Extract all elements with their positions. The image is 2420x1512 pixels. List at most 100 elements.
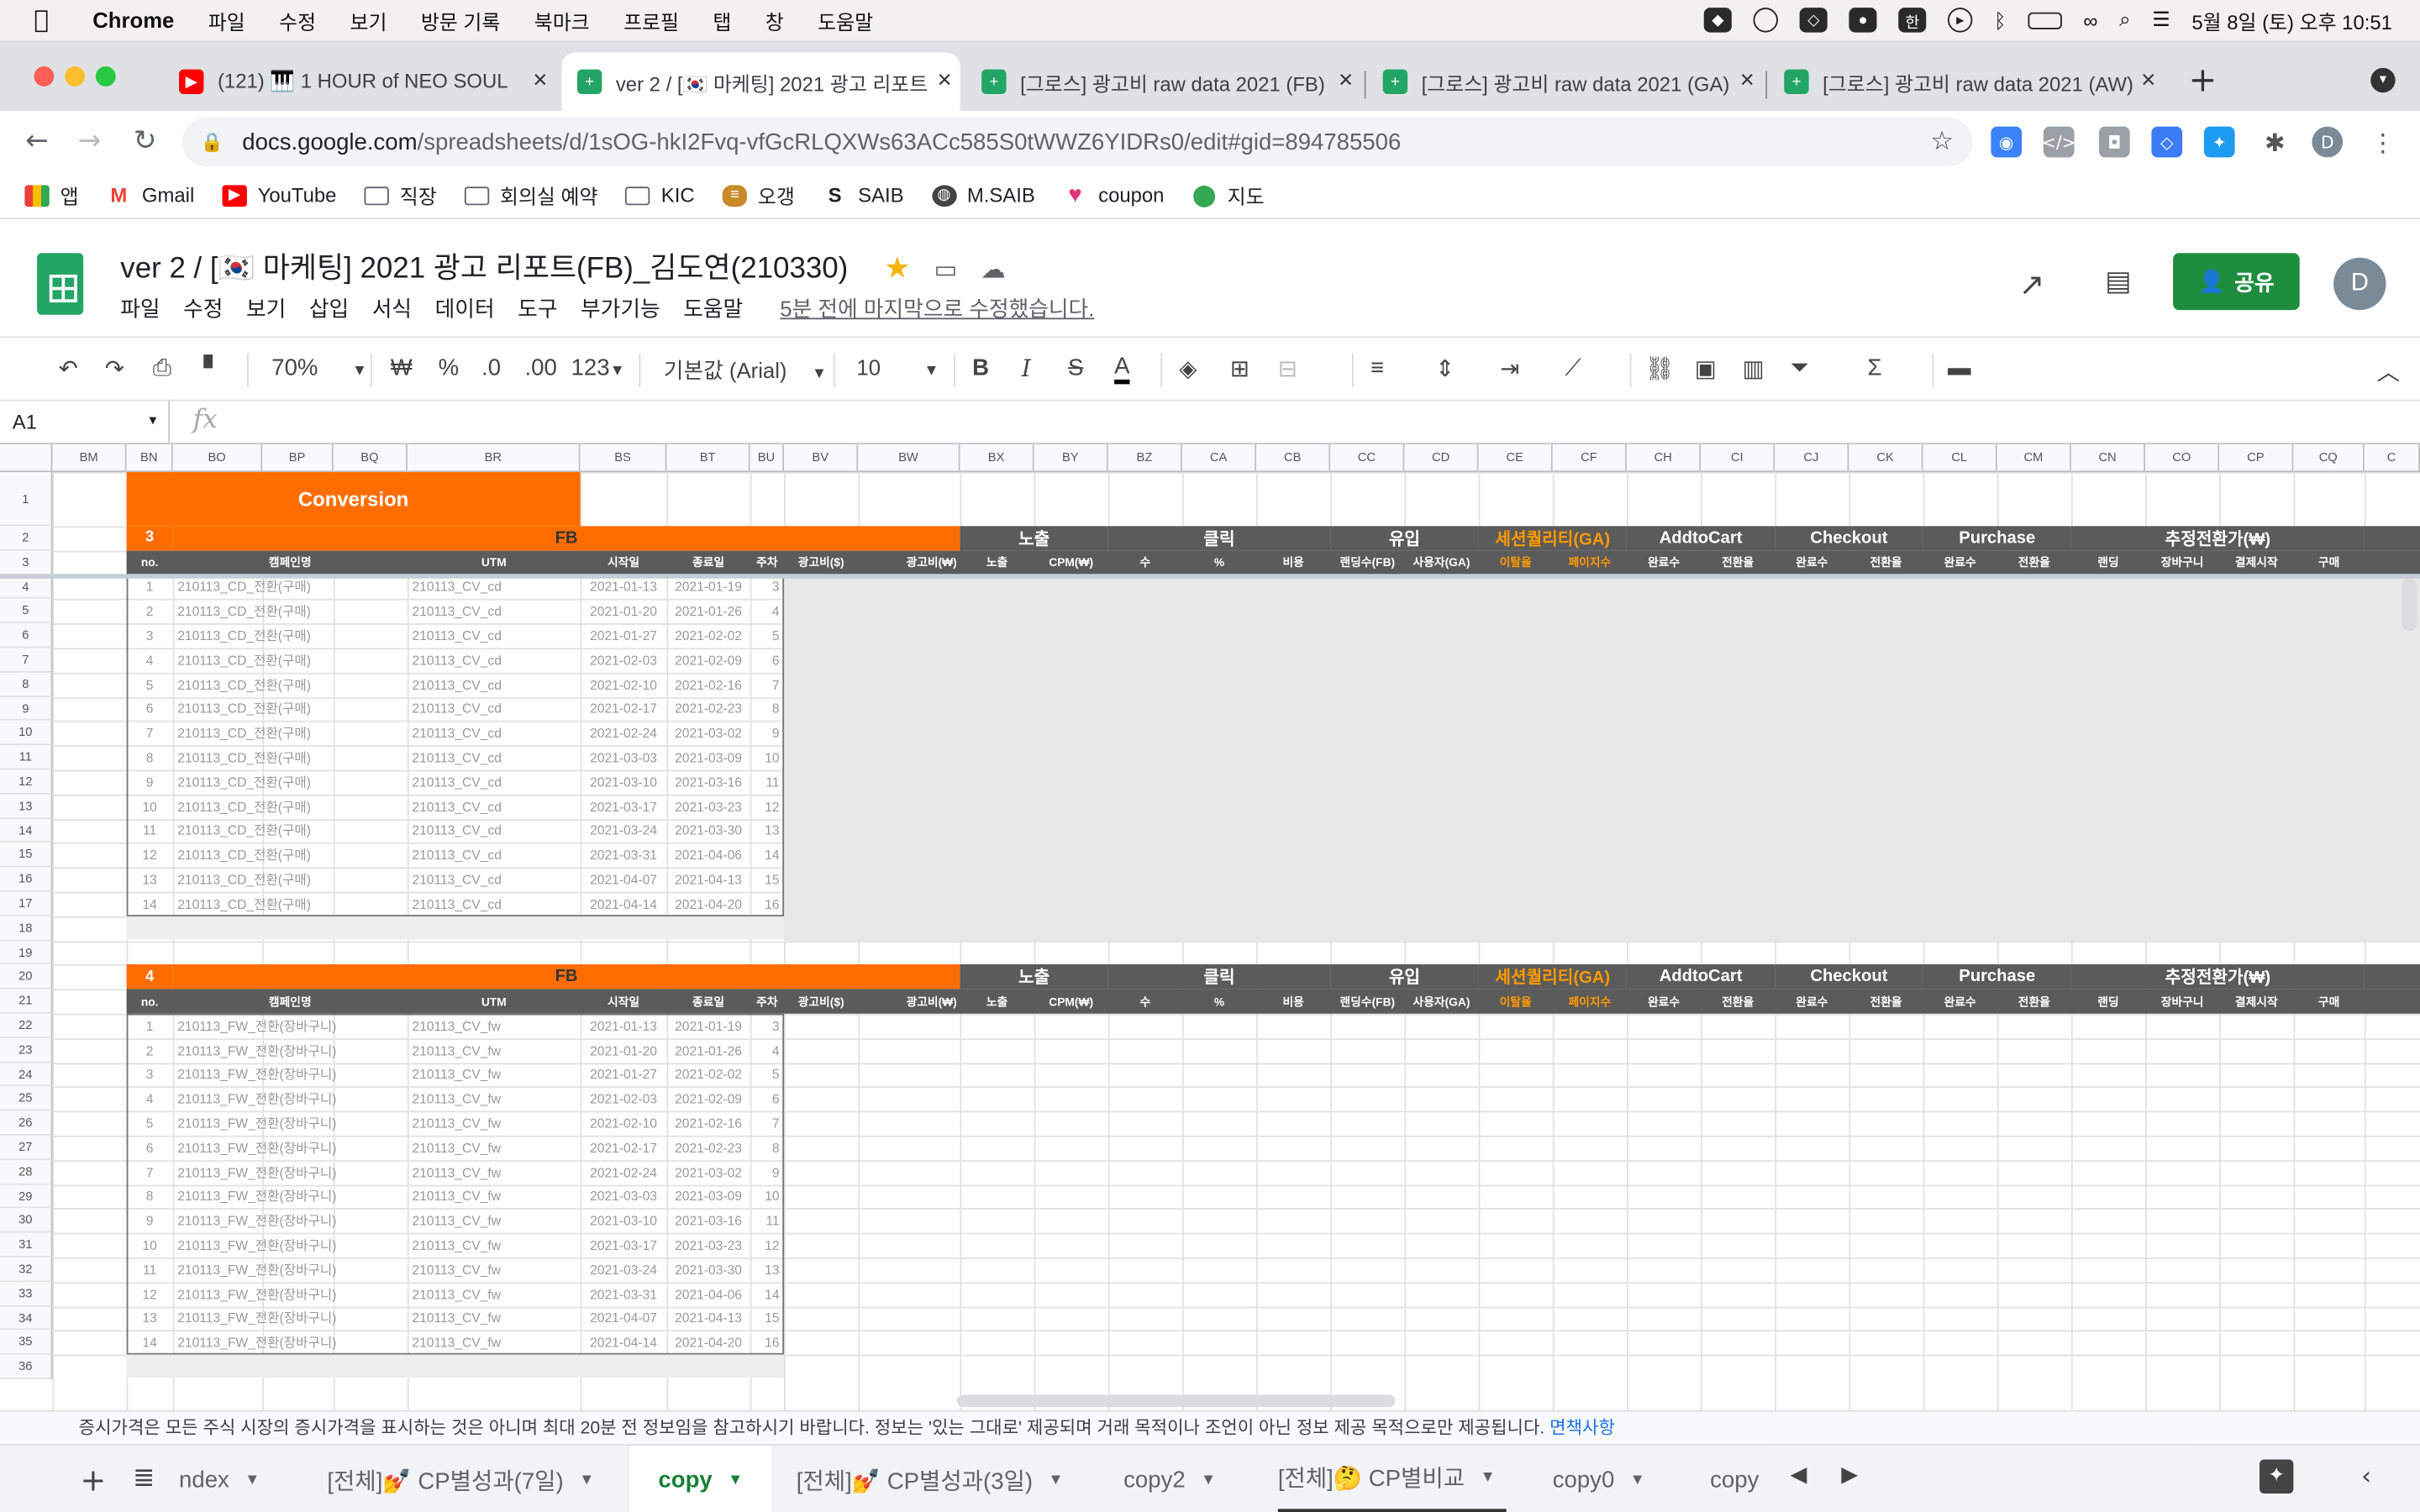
scroll-right-icon[interactable]: ▶ bbox=[1841, 1462, 1858, 1487]
menu-addons[interactable]: 부가기능 bbox=[581, 293, 660, 324]
font-size-select[interactable]: 10 ▼ bbox=[856, 354, 939, 379]
bookmark-apps[interactable]: 앱 bbox=[24, 181, 79, 210]
merge-cells-icon[interactable]: ⊟ bbox=[1278, 354, 1297, 382]
print-icon[interactable]: ⎙ bbox=[153, 354, 171, 381]
os-menu-window[interactable]: 창 bbox=[765, 5, 784, 34]
menu-format[interactable]: 서식 bbox=[372, 293, 412, 324]
row-header[interactable]: 16 bbox=[0, 867, 53, 892]
close-tab-icon[interactable]: × bbox=[524, 68, 555, 96]
collapse-toolbar-icon[interactable]: ︿ bbox=[2377, 354, 2401, 387]
row-header[interactable]: 29 bbox=[0, 1184, 53, 1209]
last-edit-link[interactable]: 5분 전에 마지막으로 수정했습니다. bbox=[780, 293, 1094, 324]
tab-search-icon[interactable]: ▾ bbox=[2370, 67, 2396, 93]
column-header[interactable]: CH bbox=[1626, 444, 1702, 473]
input-tools-icon[interactable]: ▬ bbox=[1948, 354, 1971, 381]
row-header[interactable]: 33 bbox=[0, 1281, 53, 1306]
os-menu-file[interactable]: 파일 bbox=[208, 5, 245, 34]
os-menu-view[interactable]: 보기 bbox=[350, 5, 387, 34]
control-center-icon[interactable]: ☰ bbox=[2152, 8, 2170, 32]
redo-icon[interactable]: ↷ bbox=[105, 354, 124, 382]
row-header[interactable]: 11 bbox=[0, 745, 53, 770]
menu-tools[interactable]: 도구 bbox=[518, 293, 557, 324]
strikethrough-icon[interactable]: S bbox=[1068, 354, 1083, 381]
column-header[interactable]: CO bbox=[2145, 444, 2220, 473]
browser-tab-active-sheet[interactable]: + ver 2 / [🇰🇷 마케팅] 2021 광고 리포트 × bbox=[561, 52, 960, 112]
bookmark-folder-kic[interactable]: KIC bbox=[625, 184, 695, 207]
italic-icon[interactable]: I bbox=[1022, 354, 1031, 382]
scroll-left-icon[interactable]: ◀ bbox=[1791, 1462, 1807, 1487]
chevron-down-icon[interactable]: ▼ bbox=[728, 1471, 743, 1488]
os-menu-profiles[interactable]: 프로필 bbox=[623, 5, 679, 34]
decrease-decimal-button[interactable]: .0 bbox=[481, 354, 501, 381]
side-panel-toggle-icon[interactable]: ‹ bbox=[2361, 1461, 2371, 1490]
increase-decimal-button[interactable]: .00 bbox=[524, 354, 556, 381]
font-family-select[interactable]: 기본값 (Arial) ▼ bbox=[664, 354, 827, 386]
name-box[interactable]: A1 ▼ bbox=[0, 401, 171, 444]
row-header[interactable]: 14 bbox=[0, 818, 53, 843]
filter-icon[interactable]: ⏷ bbox=[1791, 354, 1809, 381]
chevron-down-icon[interactable]: ▼ bbox=[1201, 1471, 1216, 1488]
os-menu-bookmarks[interactable]: 북마크 bbox=[534, 5, 590, 34]
bookmark-star-icon[interactable]: ☆ bbox=[1930, 127, 1954, 158]
row-header[interactable]: 18 bbox=[0, 916, 53, 941]
creative-cloud-icon[interactable] bbox=[1753, 8, 1779, 33]
column-header[interactable]: CM bbox=[1996, 444, 2071, 473]
bookmark-youtube[interactable]: ▶ YouTube bbox=[222, 184, 336, 207]
bookmark-gmail[interactable]: M Gmail bbox=[106, 184, 194, 207]
browser-tab-raw-fb[interactable]: + [그로스] 광고비 raw data 2021 (FB) × bbox=[966, 52, 1361, 111]
horizontal-scrollbar[interactable] bbox=[956, 1394, 1396, 1408]
activity-trend-icon[interactable]: ↗ bbox=[2018, 265, 2044, 302]
zoom-select[interactable]: 70% ▼ bbox=[271, 354, 367, 381]
more-formats-button[interactable]: 123▼ bbox=[571, 354, 625, 381]
percent-format-button[interactable]: % bbox=[439, 354, 460, 381]
borders-icon[interactable]: ⊞ bbox=[1230, 354, 1249, 382]
chevron-down-icon[interactable]: ▼ bbox=[245, 1471, 260, 1488]
row-header[interactable]: 9 bbox=[0, 696, 53, 722]
extension-icon[interactable]: </> bbox=[2042, 126, 2076, 158]
share-button[interactable]: 👤 공유 bbox=[2173, 253, 2300, 311]
chevron-down-icon[interactable]: ▼ bbox=[579, 1471, 594, 1488]
app-name[interactable]: Chrome bbox=[92, 8, 174, 32]
sheet-tab[interactable]: copy bbox=[1710, 1446, 1771, 1512]
close-tab-icon[interactable]: × bbox=[1330, 68, 1361, 96]
column-header[interactable]: CF bbox=[1552, 444, 1627, 473]
vertical-scrollbar[interactable] bbox=[2401, 578, 2417, 631]
tray-app-icon[interactable]: ◆ bbox=[1703, 8, 1732, 33]
column-header[interactable]: BP bbox=[262, 444, 334, 473]
row-header[interactable]: 23 bbox=[0, 1037, 53, 1063]
os-menu-tab[interactable]: 탭 bbox=[713, 5, 731, 34]
dropbox-icon[interactable]: ◇ bbox=[1799, 8, 1828, 33]
os-menu-history[interactable]: 방문 기록 bbox=[421, 5, 501, 34]
chevron-down-icon[interactable]: ▼ bbox=[1048, 1471, 1063, 1488]
chevron-down-icon[interactable]: ▼ bbox=[1630, 1471, 1645, 1488]
row-header[interactable]: 24 bbox=[0, 1062, 53, 1087]
menu-insert[interactable]: 삽입 bbox=[309, 293, 349, 324]
vertical-align-icon[interactable]: ⇕ bbox=[1435, 354, 1455, 382]
disclaimer-link[interactable]: 면책사항 bbox=[1549, 1420, 1615, 1438]
row-header[interactable]: 27 bbox=[0, 1135, 53, 1160]
menu-file[interactable]: 파일 bbox=[120, 293, 160, 324]
paint-format-icon[interactable]: ▘ bbox=[203, 354, 221, 382]
bookmark-coupon[interactable]: ♥ coupon bbox=[1063, 182, 1164, 208]
row-header[interactable]: 22 bbox=[0, 1013, 53, 1038]
column-header[interactable]: CQ bbox=[2293, 444, 2365, 473]
column-header[interactable]: C bbox=[2364, 444, 2420, 473]
add-sheet-icon[interactable]: + bbox=[81, 1461, 107, 1498]
row-header[interactable]: 2 bbox=[0, 526, 53, 551]
play-icon[interactable]: ▸ bbox=[1948, 8, 1973, 33]
minimize-window-button[interactable] bbox=[65, 66, 86, 87]
row-header[interactable]: 30 bbox=[0, 1208, 53, 1233]
column-header[interactable]: BO bbox=[172, 444, 263, 473]
column-header[interactable]: CI bbox=[1701, 444, 1776, 473]
bold-icon[interactable]: B bbox=[972, 354, 989, 381]
column-header[interactable]: CA bbox=[1181, 444, 1257, 473]
browser-tab-youtube[interactable]: ▶ (121) 🎹 1 HOUR of NEO SOUL × bbox=[164, 52, 556, 111]
camera-extension-icon[interactable]: ◘ bbox=[2098, 126, 2130, 158]
column-header[interactable]: CK bbox=[1849, 444, 1923, 473]
formula-input[interactable] bbox=[247, 402, 2407, 444]
extensions-puzzle-icon[interactable]: ✱ bbox=[2260, 127, 2291, 158]
column-header[interactable]: CP bbox=[2219, 444, 2294, 473]
fill-color-icon[interactable]: ◈ bbox=[1179, 354, 1197, 382]
clock[interactable]: 5월 8일 (토) 오후 10:51 bbox=[2191, 5, 2392, 34]
functions-icon[interactable]: Σ bbox=[1867, 354, 1881, 381]
